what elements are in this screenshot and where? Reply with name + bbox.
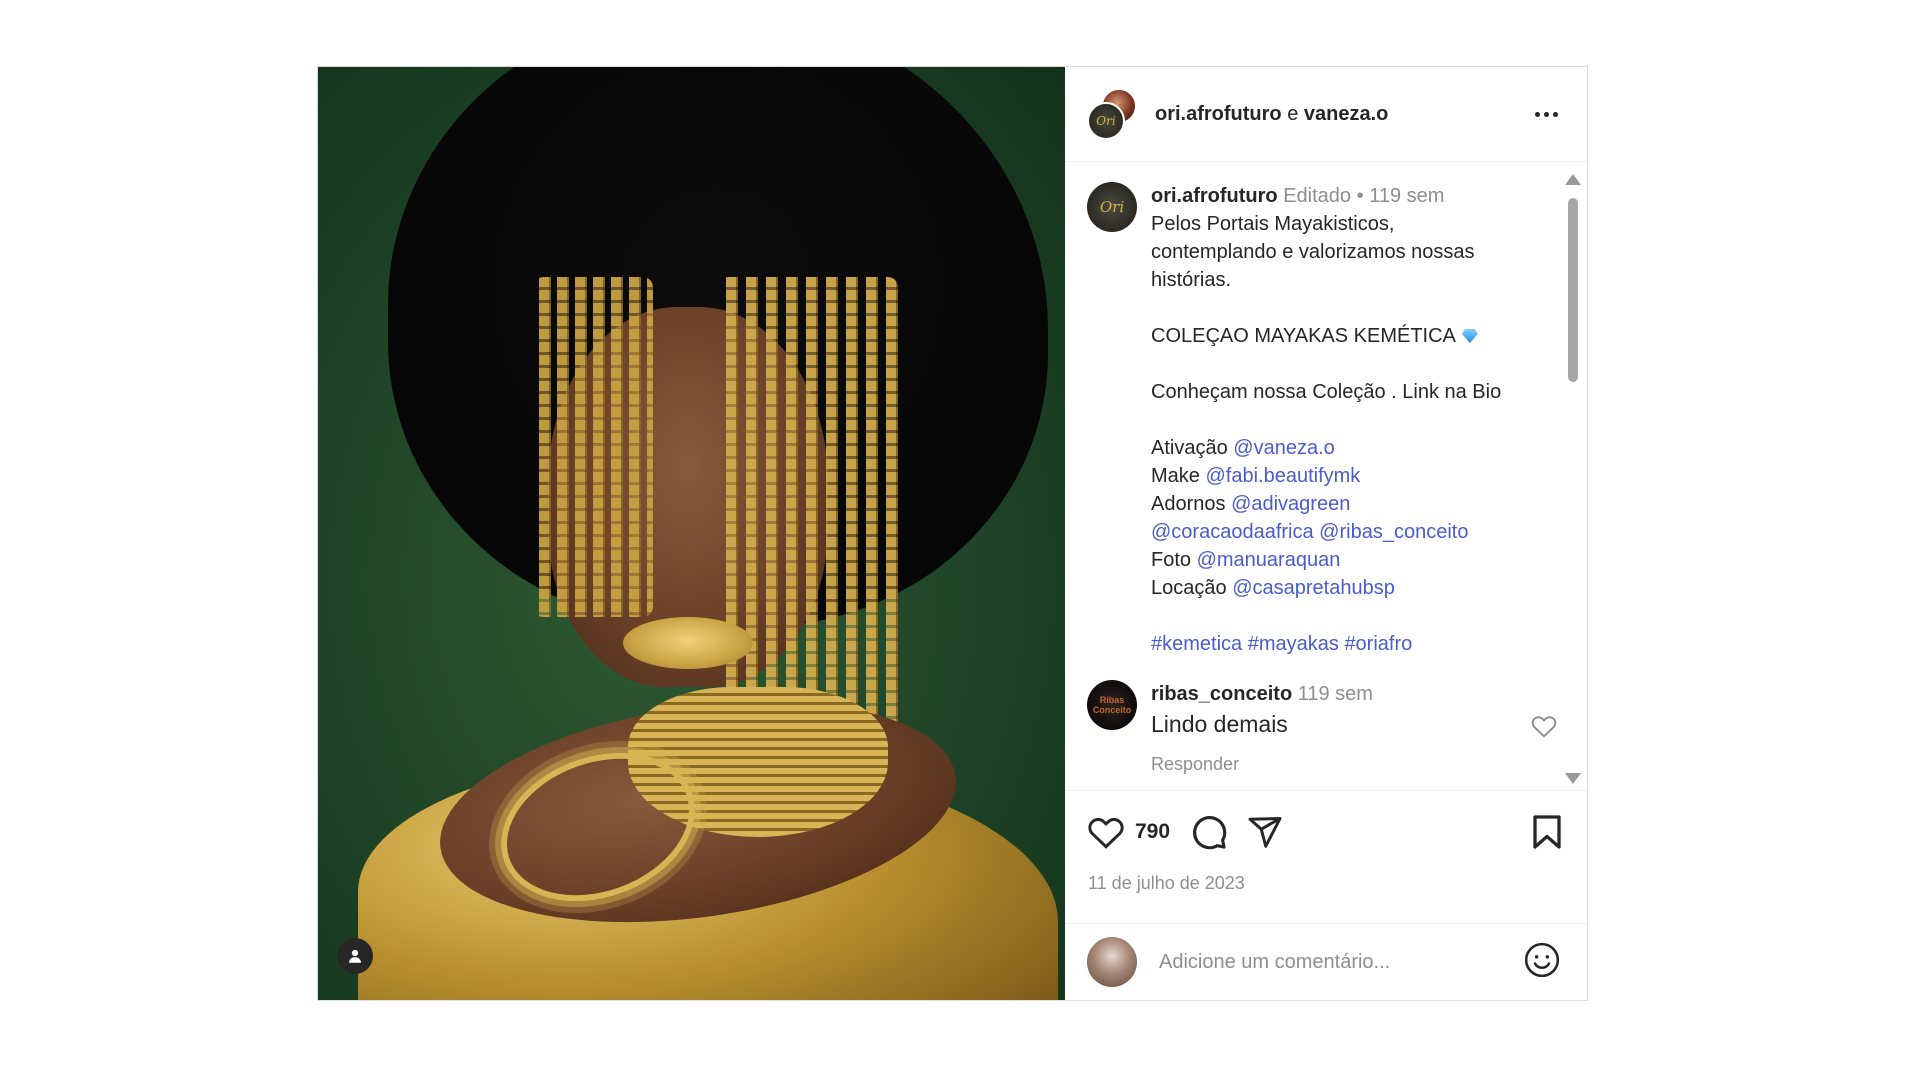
comment-composer	[1065, 923, 1587, 1000]
mention-link[interactable]: @casapretahubsp	[1232, 577, 1395, 599]
credit-label: Make	[1151, 465, 1200, 487]
caption-cta: Conheçam nossa Coleção . Link na Bio	[1151, 381, 1502, 403]
comment-like-heart-icon[interactable]	[1531, 714, 1557, 743]
mention-link[interactable]: @adivagreen	[1231, 493, 1350, 515]
mention-link[interactable]: @vaneza.o	[1233, 437, 1334, 459]
action-bar: 790	[1065, 791, 1587, 873]
comment-time[interactable]: 119 sem	[1298, 683, 1373, 705]
credit-label: Ativação	[1151, 437, 1228, 459]
comments-scrollbar[interactable]	[1563, 168, 1581, 786]
avatar-logo-text: Ribas Conceito	[1092, 695, 1132, 715]
bookmark-icon[interactable]	[1531, 814, 1563, 850]
post-header: Ori ori.afrofuturo e vaneza.o	[1065, 67, 1587, 162]
collab-usernames: ori.afrofuturo e vaneza.o	[1155, 103, 1529, 126]
avatar-logo-text: Ori	[1096, 114, 1116, 128]
scroll-up-arrow-icon[interactable]	[1565, 174, 1581, 185]
post-dialog: Ori ori.afrofuturo e vaneza.o Ori ori.af…	[317, 66, 1588, 1001]
reply-button[interactable]: Responder	[1151, 750, 1373, 778]
comment-item: Ribas Conceito ribas_conceito 119 sem Li…	[1087, 680, 1557, 778]
photo-beads-right	[718, 277, 898, 737]
caption-line: histórias.	[1151, 269, 1232, 291]
meta-dot: •	[1356, 185, 1364, 207]
scrollbar-thumb[interactable]	[1568, 198, 1578, 382]
avatar[interactable]: Ribas Conceito	[1087, 680, 1137, 730]
comments-area[interactable]: Ori ori.afrofuturo Editado • 119 sem Pel…	[1065, 162, 1587, 791]
comment-username[interactable]: ribas_conceito	[1151, 683, 1292, 705]
mention-link[interactable]: @fabi.beautifymk	[1205, 465, 1360, 487]
post-side-panel: Ori ori.afrofuturo e vaneza.o Ori ori.af…	[1065, 67, 1587, 1000]
collection-title: COLEÇAO MAYAKAS KEMÉTICA	[1151, 325, 1456, 347]
caption-time[interactable]: 119 sem	[1369, 185, 1444, 207]
mention-link[interactable]: @manuaraquan	[1197, 549, 1341, 571]
caption-username[interactable]: ori.afrofuturo	[1151, 185, 1278, 207]
hashtag-link[interactable]: #kemetica	[1151, 633, 1242, 655]
avatar[interactable]	[1087, 937, 1137, 987]
post-date[interactable]: 11 de julho de 2023	[1065, 873, 1587, 923]
hashtag-link[interactable]: #oriafro	[1344, 633, 1412, 655]
header-conjunction: e	[1287, 102, 1299, 125]
avatar-logo-text: Ori	[1099, 198, 1125, 216]
edited-label: Editado	[1283, 185, 1352, 207]
credit-label: Foto	[1151, 549, 1192, 571]
comment-icon[interactable]	[1190, 813, 1228, 851]
header-username-1[interactable]: ori.afrofuturo	[1155, 103, 1282, 125]
heart-icon[interactable]	[1087, 815, 1125, 849]
share-icon[interactable]	[1246, 814, 1284, 850]
collab-avatars[interactable]: Ori	[1087, 88, 1139, 140]
credit-label: Adornos	[1151, 493, 1226, 515]
like-count[interactable]: 790	[1135, 820, 1170, 844]
avatar[interactable]: Ori	[1087, 102, 1125, 140]
comment-text: Lindo demais	[1151, 711, 1288, 737]
mention-link[interactable]: @coracaodaafrica	[1151, 521, 1314, 543]
mention-link[interactable]: @ribas_conceito	[1319, 521, 1468, 543]
emoji-icon[interactable]	[1523, 941, 1561, 984]
caption-line: Pelos Portais Mayakisticos,	[1151, 213, 1395, 235]
more-options-icon[interactable]	[1529, 102, 1563, 126]
post-photo[interactable]	[318, 67, 1065, 1000]
scroll-down-arrow-icon[interactable]	[1565, 773, 1581, 784]
caption: Ori ori.afrofuturo Editado • 119 sem Pel…	[1087, 182, 1527, 658]
diamond-icon	[1461, 329, 1478, 343]
credit-label: Locação	[1151, 577, 1227, 599]
comment-input[interactable]	[1159, 950, 1523, 974]
person-tag-icon[interactable]	[337, 938, 373, 974]
caption-line: contemplando e valorizamos nossas	[1151, 241, 1475, 263]
hashtag-link[interactable]: #mayakas	[1248, 633, 1339, 655]
photo-lips	[623, 617, 753, 669]
photo-beads-left	[533, 277, 653, 617]
header-username-2[interactable]: vaneza.o	[1304, 103, 1388, 125]
avatar[interactable]: Ori	[1087, 182, 1137, 232]
